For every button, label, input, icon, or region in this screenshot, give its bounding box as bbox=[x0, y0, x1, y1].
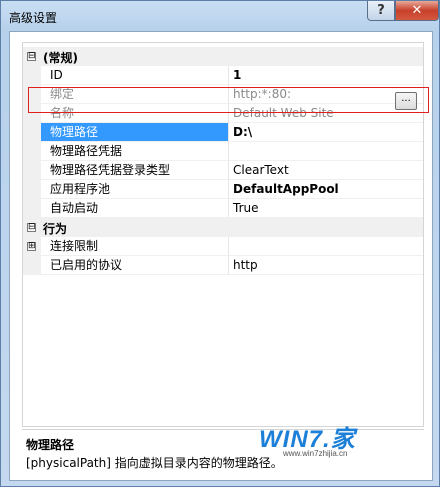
category-general[interactable]: ⊟ (常规) bbox=[23, 47, 423, 66]
property-name: 应用程序池 bbox=[41, 180, 228, 199]
property-row-enabled-protocols[interactable]: 已启用的协议 http bbox=[23, 256, 423, 275]
category-label: 行为 bbox=[43, 222, 68, 236]
property-value: 1 bbox=[228, 66, 423, 85]
window-title: 高级设置 bbox=[9, 11, 58, 25]
property-name: 物理路径 bbox=[41, 123, 228, 142]
watermark-url: www.win7zhijia.cn bbox=[283, 449, 348, 458]
physical-path-value[interactable]: D:\ bbox=[228, 123, 423, 142]
property-row-credentials[interactable]: 物理路径凭据 bbox=[23, 142, 423, 161]
property-value: True bbox=[228, 199, 423, 218]
expand-icon[interactable]: ⊞ bbox=[27, 242, 36, 251]
property-value bbox=[228, 237, 423, 256]
annotation-highlight-box bbox=[28, 87, 429, 113]
title-bar: 高级设置 ? ✕ bbox=[1, 1, 439, 31]
category-behavior[interactable]: ⊟ 行为 bbox=[23, 218, 423, 237]
property-row-app-pool[interactable]: 应用程序池 DefaultAppPool bbox=[23, 180, 423, 199]
property-name: 连接限制 bbox=[41, 237, 228, 256]
collapse-icon[interactable]: ⊟ bbox=[27, 52, 36, 61]
property-row-logon-type[interactable]: 物理路径凭据登录类型 ClearText bbox=[23, 161, 423, 180]
property-name: 自动启动 bbox=[41, 199, 228, 218]
property-row-auto-start[interactable]: 自动启动 True bbox=[23, 199, 423, 218]
close-button[interactable]: ✕ bbox=[395, 1, 439, 21]
help-icon: ? bbox=[377, 3, 385, 18]
help-button[interactable]: ? bbox=[367, 1, 395, 21]
property-value bbox=[228, 142, 423, 161]
close-icon: ✕ bbox=[411, 3, 423, 18]
property-value: DefaultAppPool bbox=[228, 180, 423, 199]
description-title: 物理路径 bbox=[26, 438, 75, 452]
property-row-connection-limits[interactable]: ⊞ 连接限制 bbox=[23, 237, 423, 256]
category-label: (常规) bbox=[43, 51, 78, 65]
property-name: 物理路径凭据登录类型 bbox=[41, 161, 228, 180]
collapse-icon[interactable]: ⊟ bbox=[27, 223, 36, 232]
watermark-logo: WIN7.家 www.win7zhijia.cn bbox=[259, 419, 409, 463]
advanced-settings-window: 高级设置 ? ✕ ⊟ (常规) ID 1 绑定 http:*:80: 名称 De… bbox=[0, 0, 440, 487]
browse-ellipsis-button[interactable]: ... bbox=[395, 92, 417, 110]
description-text: [physicalPath] 指向虚拟目录内容的物理路径。 bbox=[26, 456, 283, 470]
property-name: 物理路径凭据 bbox=[41, 142, 228, 161]
property-row-id[interactable]: ID 1 bbox=[23, 66, 423, 85]
property-name: 已启用的协议 bbox=[41, 256, 228, 275]
property-value: ClearText bbox=[228, 161, 423, 180]
property-value: http bbox=[228, 256, 423, 275]
property-name: ID bbox=[41, 66, 228, 85]
property-row-physical-path[interactable]: 物理路径 D:\ bbox=[23, 123, 423, 142]
